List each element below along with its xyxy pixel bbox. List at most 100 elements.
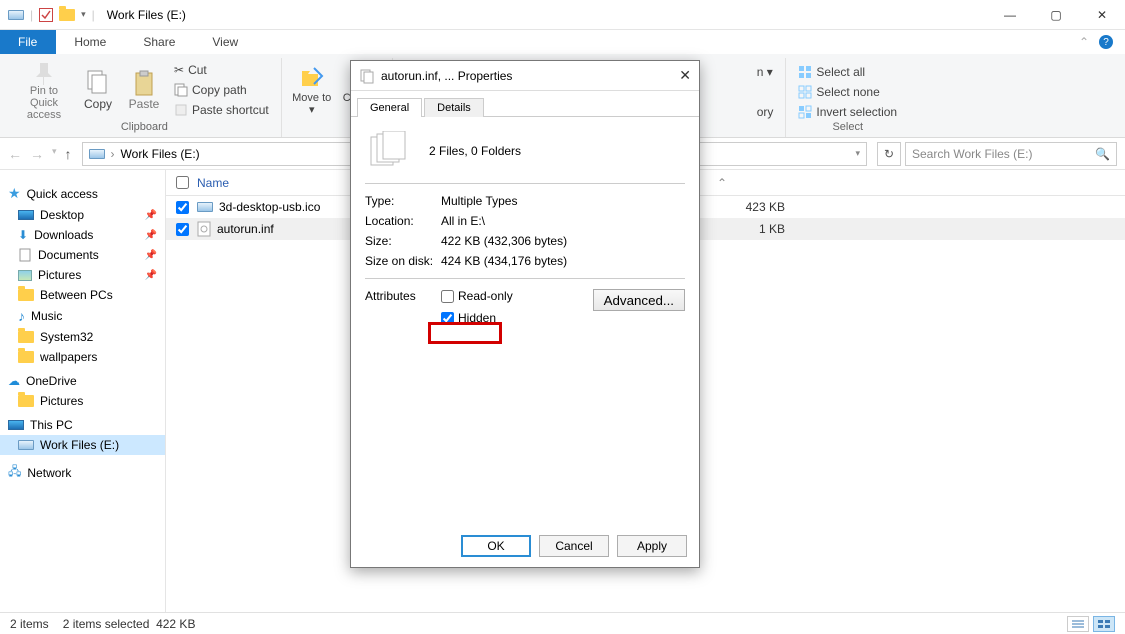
sidebar-item-wallpapers[interactable]: wallpapers: [0, 347, 165, 367]
hidden-checkbox[interactable]: Hidden: [441, 311, 513, 325]
titlebar: | ▾ | Work Files (E:) — ▢ ✕: [0, 0, 1125, 30]
select-none-button[interactable]: Select none: [794, 83, 901, 101]
help-icon[interactable]: ?: [1099, 35, 1113, 49]
search-box[interactable]: Search Work Files (E:) 🔍: [905, 142, 1117, 166]
tab-file[interactable]: File: [0, 30, 56, 54]
group-select-label: Select: [832, 121, 863, 137]
documents-icon: [18, 248, 32, 262]
sidebar-item-desktop[interactable]: Desktop📌: [0, 205, 165, 225]
tab-view[interactable]: View: [194, 30, 257, 54]
ribbon-collapse-icon[interactable]: ⌃: [1079, 35, 1089, 49]
multi-file-icon: [359, 68, 375, 84]
label-type: Type:: [365, 194, 441, 208]
dialog-summary: 2 Files, 0 Folders: [429, 144, 521, 158]
refresh-button[interactable]: ↻: [877, 142, 901, 166]
dialog-tab-details[interactable]: Details: [424, 98, 484, 117]
move-to-button[interactable]: Move to ▾: [290, 59, 334, 121]
cut-button[interactable]: ✂Cut: [170, 61, 273, 79]
cancel-button[interactable]: Cancel: [539, 535, 609, 557]
paste-button[interactable]: Paste: [124, 59, 164, 121]
qat-dropdown[interactable]: ▾: [81, 9, 86, 20]
sidebar-item-pictures[interactable]: Pictures📌: [0, 265, 165, 285]
desktop-icon: [18, 210, 34, 220]
select-all-button[interactable]: Select all: [794, 63, 901, 81]
file-size: 1 KB: [725, 222, 785, 236]
value-size: 422 KB (432,306 bytes): [441, 234, 567, 248]
pin-icon: 📌: [145, 250, 157, 261]
dialog-titlebar[interactable]: autorun.inf, ... Properties ✕: [351, 61, 699, 91]
sidebar-item-system32[interactable]: System32: [0, 327, 165, 347]
readonly-checkbox[interactable]: Read-only: [441, 289, 513, 303]
address-path[interactable]: Work Files (E:): [121, 147, 200, 161]
ribbon-tabs: File Home Share View ⌃ ?: [0, 30, 1125, 54]
sort-asc-icon: ⌃: [717, 176, 727, 190]
ico-file-icon: [197, 202, 213, 212]
files-icon: [365, 129, 409, 173]
paste-shortcut-button[interactable]: Paste shortcut: [170, 101, 273, 119]
sidebar-item-between-pcs[interactable]: Between PCs: [0, 285, 165, 305]
drive-icon: [8, 10, 24, 20]
label-size: Size:: [365, 234, 441, 248]
pin-icon: [30, 59, 58, 85]
value-size-on-disk: 424 KB (434,176 bytes): [441, 254, 567, 268]
sidebar-item-documents[interactable]: Documents📌: [0, 245, 165, 265]
pin-to-quick-access-button[interactable]: Pin to Quick access: [16, 59, 72, 121]
tab-share[interactable]: Share: [125, 30, 194, 54]
back-button[interactable]: ←: [8, 146, 22, 162]
tab-home[interactable]: Home: [56, 30, 125, 54]
shortcut-icon: [174, 103, 188, 117]
star-icon: ★: [8, 185, 21, 202]
sidebar-item-downloads[interactable]: ⬇Downloads📌: [0, 225, 165, 245]
up-button[interactable]: ↑: [65, 146, 72, 162]
label-attributes: Attributes: [365, 289, 441, 303]
pictures-icon: [18, 270, 32, 281]
status-bar: 2 items 2 items selected 422 KB: [0, 612, 1125, 634]
sidebar-quick-access[interactable]: ★Quick access: [0, 182, 165, 205]
value-type: Multiple Types: [441, 194, 517, 208]
select-none-icon: [798, 85, 812, 99]
copy-path-button[interactable]: Copy path: [170, 81, 273, 99]
unknown-ory-button[interactable]: ory: [753, 103, 778, 121]
sidebar-item-od-pictures[interactable]: Pictures: [0, 391, 165, 411]
sidebar: ★Quick access Desktop📌 ⬇Downloads📌 Docum…: [0, 170, 166, 612]
history-dropdown[interactable]: ▾: [52, 146, 57, 162]
minimize-button[interactable]: —: [987, 0, 1033, 30]
forward-button[interactable]: →: [30, 146, 44, 162]
sidebar-this-pc[interactable]: This PC: [0, 415, 165, 435]
row-checkbox[interactable]: [176, 223, 189, 236]
maximize-button[interactable]: ▢: [1033, 0, 1079, 30]
row-checkbox[interactable]: [176, 201, 189, 214]
unknown-n-button[interactable]: n ▾: [753, 63, 777, 81]
view-large-button[interactable]: [1093, 616, 1115, 632]
dialog-tab-general[interactable]: General: [357, 98, 422, 117]
dialog-title: autorun.inf, ... Properties: [381, 69, 512, 83]
sidebar-network[interactable]: 🖧Network: [0, 459, 165, 486]
apply-button[interactable]: Apply: [617, 535, 687, 557]
advanced-button[interactable]: Advanced...: [593, 289, 685, 311]
status-selected: 2 items selected 422 KB: [63, 617, 196, 631]
ok-button[interactable]: OK: [461, 535, 531, 557]
sidebar-item-music[interactable]: ♪Music: [0, 305, 165, 327]
folder-icon: [18, 331, 34, 343]
music-icon: ♪: [18, 308, 25, 324]
checkbox-icon[interactable]: [39, 8, 53, 22]
invert-selection-button[interactable]: Invert selection: [794, 103, 901, 121]
close-button[interactable]: ✕: [1079, 0, 1125, 30]
inf-file-icon: [197, 221, 211, 237]
properties-dialog: autorun.inf, ... Properties ✕ General De…: [350, 60, 700, 568]
folder-icon: [18, 351, 34, 363]
label-location: Location:: [365, 214, 441, 228]
dialog-close-button[interactable]: ✕: [679, 67, 691, 84]
pin-icon: 📌: [145, 270, 157, 281]
qat-sep: |: [30, 8, 33, 22]
folder-icon: [59, 9, 75, 21]
drive-icon: [18, 440, 34, 450]
file-name: autorun.inf: [217, 222, 274, 236]
address-dropdown-icon[interactable]: ▾: [855, 148, 860, 159]
sidebar-item-work-files[interactable]: Work Files (E:): [0, 435, 165, 455]
thispc-icon: [8, 420, 24, 430]
select-all-checkbox[interactable]: [176, 176, 189, 189]
sidebar-onedrive[interactable]: ☁OneDrive: [0, 371, 165, 391]
copy-button[interactable]: Copy: [78, 59, 118, 121]
view-details-button[interactable]: [1067, 616, 1089, 632]
